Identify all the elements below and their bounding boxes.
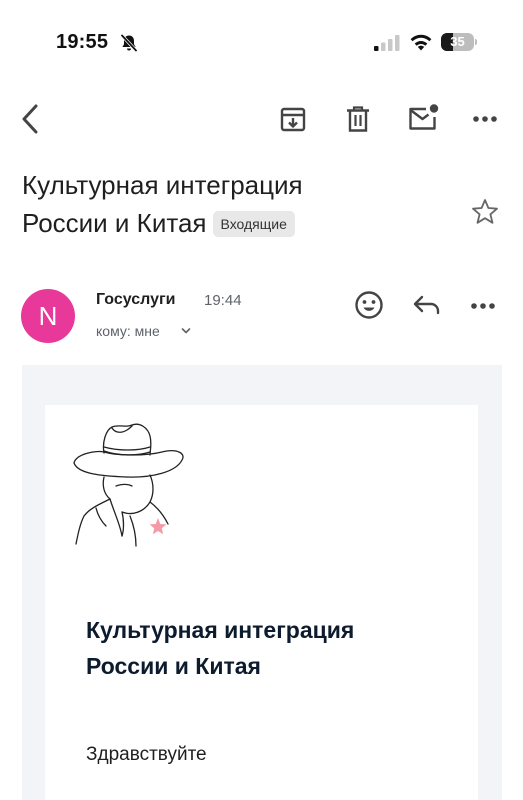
sender-avatar[interactable]: N (21, 289, 75, 343)
more-options-button[interactable] (468, 104, 502, 134)
trash-icon (347, 106, 369, 132)
archive-icon (280, 107, 306, 132)
inbox-label-chip[interactable]: Входящие (212, 211, 295, 237)
reply-arrow-icon (413, 295, 440, 315)
more-horizontal-icon (473, 116, 497, 122)
mark-unread-icon (409, 104, 439, 130)
email-body-title: Культурная интеграция России и Китая (86, 612, 446, 684)
reply-button[interactable] (410, 290, 444, 320)
subject-line-2-text: России и Китая (22, 208, 207, 238)
back-button[interactable] (14, 100, 46, 138)
wifi-icon (410, 34, 432, 51)
back-chevron-icon (22, 104, 38, 134)
battery-icon: 35 (441, 33, 477, 51)
sent-time: 19:44 (204, 292, 242, 309)
archive-button[interactable] (276, 102, 310, 136)
cellular-signal-icon (374, 35, 400, 51)
add-reaction-button[interactable] (352, 288, 386, 322)
smiley-icon (355, 291, 383, 319)
recipient-details[interactable]: кому: мне (96, 323, 160, 339)
sender-name[interactable]: Госуслуги (96, 291, 175, 309)
star-outline-icon (472, 199, 498, 224)
message-more-button[interactable] (470, 292, 502, 320)
status-bar: 19:55 35 (0, 0, 523, 80)
email-greeting: Здравствуйте (86, 744, 207, 765)
bell-muted-icon (120, 34, 138, 52)
subject-line-2: России и Китая Входящие (22, 204, 442, 242)
body-title-line-2: России и Китая (86, 653, 261, 679)
mark-unread-button[interactable] (405, 100, 441, 136)
delete-button[interactable] (341, 102, 375, 136)
body-title-line-1: Культурная интеграция (86, 617, 355, 643)
battery-percent-label: 35 (450, 34, 465, 49)
status-time: 19:55 (56, 31, 109, 53)
email-subject: Культурная интеграция России и Китая Вход… (22, 166, 442, 242)
star-button[interactable] (470, 197, 500, 227)
detective-illustration (73, 423, 184, 547)
subject-line-1: Культурная интеграция (22, 170, 303, 200)
more-horizontal-icon (471, 303, 495, 309)
chevron-down-icon[interactable] (180, 325, 192, 337)
